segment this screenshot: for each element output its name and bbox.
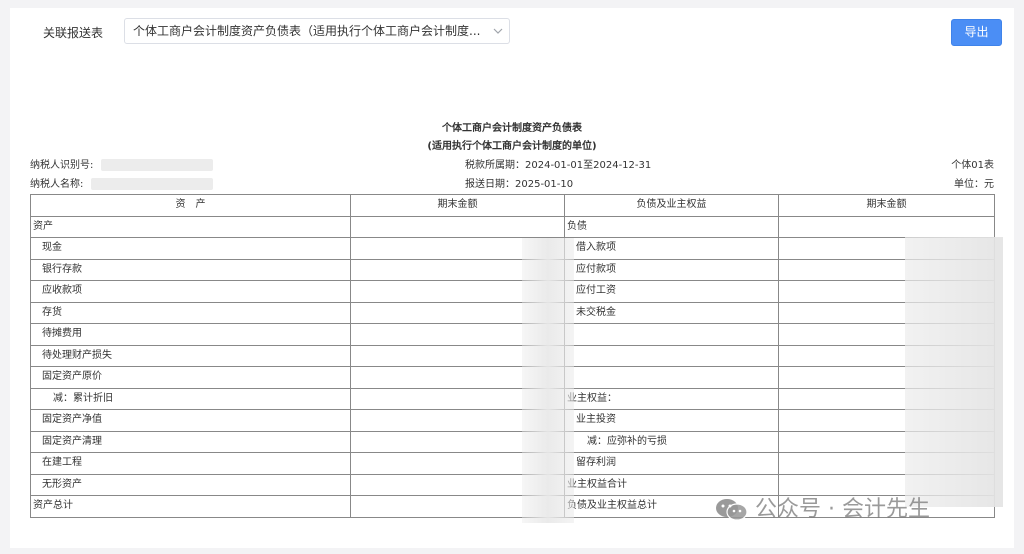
column-header-assets-amount: 期末金额 [350, 194, 565, 217]
asset-item: 固定资产清理 [30, 430, 351, 453]
taxpayer-name-label: 纳税人名称: [30, 179, 84, 190]
table-row: 待处理财产损失 [30, 344, 995, 367]
report-panel: 关联报送表 个体工商户会计制度资产负债表（适用执行个体工商户会计制度... 导出… [10, 8, 1014, 548]
asset-item: 无形资产 [30, 473, 351, 496]
liability-item [564, 366, 779, 389]
asset-item: 应收款项 [30, 280, 351, 303]
table-row: 资产 负债 [30, 215, 995, 238]
export-button[interactable]: 导出 [951, 19, 1002, 46]
asset-amount-cell [350, 215, 565, 238]
table-row: 固定资产原价 [30, 366, 995, 389]
liability-item: 业主投资 [564, 409, 779, 432]
watermark-text: 公众号 · 会计先生 [755, 497, 930, 522]
report-subtitle: (适用执行个体工商户会计制度的单位) [427, 141, 597, 152]
table-row: 银行存款 应付款项 [30, 258, 995, 281]
wechat-icon [716, 499, 748, 521]
asset-item: 在建工程 [30, 452, 351, 475]
table-row: 存货 未交税金 [30, 301, 995, 324]
taxpayer-name-row: 纳税人名称: [30, 178, 213, 192]
form-number: 个体01表 [951, 160, 994, 171]
related-report-selected-value: 个体工商户会计制度资产负债表（适用执行个体工商户会计制度... [133, 24, 481, 38]
liability-item: 减：应弥补的亏损 [564, 430, 779, 453]
redacted-taxpayer-id [100, 159, 213, 171]
asset-item: 待处理财产损失 [30, 344, 351, 367]
column-header-liabilities-amount: 期末金额 [778, 194, 995, 217]
table-row: 固定资产净值 业主投资 [30, 409, 995, 432]
related-report-select[interactable]: 个体工商户会计制度资产负债表（适用执行个体工商户会计制度... [124, 18, 510, 44]
table-row: 固定资产清理 减：应弥补的亏损 [30, 430, 995, 453]
taxpayer-id-row: 纳税人识别号: [30, 159, 213, 173]
table-header-row: 资 产 期末金额 负债及业主权益 期末金额 [30, 194, 995, 217]
liability-item: 业主权益： [564, 387, 779, 410]
liability-item: 留存利润 [564, 452, 779, 475]
table-row: 待摊费用 [30, 323, 995, 346]
liability-amount-cell [778, 215, 995, 238]
asset-item: 待摊费用 [30, 323, 351, 346]
chevron-down-icon [493, 28, 503, 34]
liability-item: 应付工资 [564, 280, 779, 303]
column-header-assets: 资 产 [30, 194, 351, 217]
redacted-assets-amount-column [522, 238, 574, 523]
liability-item: 未交税金 [564, 301, 779, 324]
asset-item: 减：累计折旧 [30, 387, 351, 410]
column-header-liabilities: 负债及业主权益 [564, 194, 779, 217]
liability-item: 负债 [564, 215, 779, 238]
taxpayer-id-label: 纳税人识别号: [30, 160, 94, 171]
currency-unit: 单位：元 [954, 179, 994, 190]
asset-item: 固定资产净值 [30, 409, 351, 432]
table-row: 在建工程 留存利润 [30, 452, 995, 475]
asset-item: 存货 [30, 301, 351, 324]
asset-item: 现金 [30, 237, 351, 260]
table-row: 应收款项 应付工资 [30, 280, 995, 303]
related-report-label: 关联报送表 [43, 26, 104, 40]
watermark: 公众号 · 会计先生 [715, 496, 930, 524]
liability-item: 业主权益合计 [564, 473, 779, 496]
liability-item: 应付款项 [564, 258, 779, 281]
asset-item: 银行存款 [30, 258, 351, 281]
liability-item: 借入款项 [564, 237, 779, 260]
table-row: 无形资产 业主权益合计 [30, 473, 995, 496]
asset-item: 资产 [30, 215, 351, 238]
liability-item [564, 344, 779, 367]
balance-sheet-table: 资 产 期末金额 负债及业主权益 期末金额 资产 负债现金 借入款项银行存款 应付款项… [30, 194, 995, 518]
submit-date: 报送日期：2025-01-10 [465, 179, 574, 190]
table-row: 减：累计折旧 业主权益： [30, 387, 995, 410]
report-title: 个体工商户会计制度资产负债表 [442, 123, 582, 134]
tax-period: 税款所属期：2024-01-01至2024-12-31 [465, 160, 652, 171]
balance-sheet-body: 资产 负债现金 借入款项银行存款 应付款项应收款项 应付工资存货 未交税金待摊费用 待处理财… [30, 215, 995, 518]
asset-item: 固定资产原价 [30, 366, 351, 389]
redacted-taxpayer-name [90, 178, 213, 190]
redacted-liabilities-amount-column [905, 237, 1003, 507]
liability-item [564, 323, 779, 346]
table-row: 现金 借入款项 [30, 237, 995, 260]
asset-item: 资产总计 [30, 495, 351, 518]
